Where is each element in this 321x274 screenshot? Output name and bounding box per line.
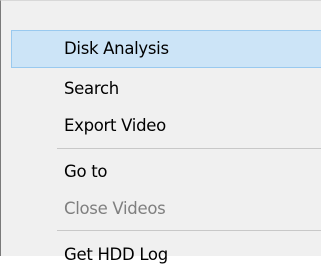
menu-item-label: Go to (64, 162, 108, 181)
menu-item-disk-analysis[interactable]: Disk Analysis (11, 30, 321, 68)
menu-separator (57, 148, 321, 149)
menu-separator (57, 230, 321, 231)
menu-item-get-hdd-log[interactable]: Get HDD Log (11, 236, 321, 274)
menu-item-label: Search (64, 79, 119, 98)
menu-item-label: Close Videos (64, 199, 166, 218)
menu-item-search[interactable]: Search (11, 70, 321, 108)
context-menu: Disk Analysis Search Export Video Go to … (0, 0, 321, 264)
menu-item-label: Get HDD Log (64, 245, 168, 264)
menu-item-label: Export Video (64, 116, 166, 135)
menu-item-export-video[interactable]: Export Video (11, 107, 321, 145)
menu-item-close-videos: Close Videos (11, 190, 321, 228)
menu-item-label: Disk Analysis (64, 39, 169, 58)
menu-item-go-to[interactable]: Go to (11, 153, 321, 191)
